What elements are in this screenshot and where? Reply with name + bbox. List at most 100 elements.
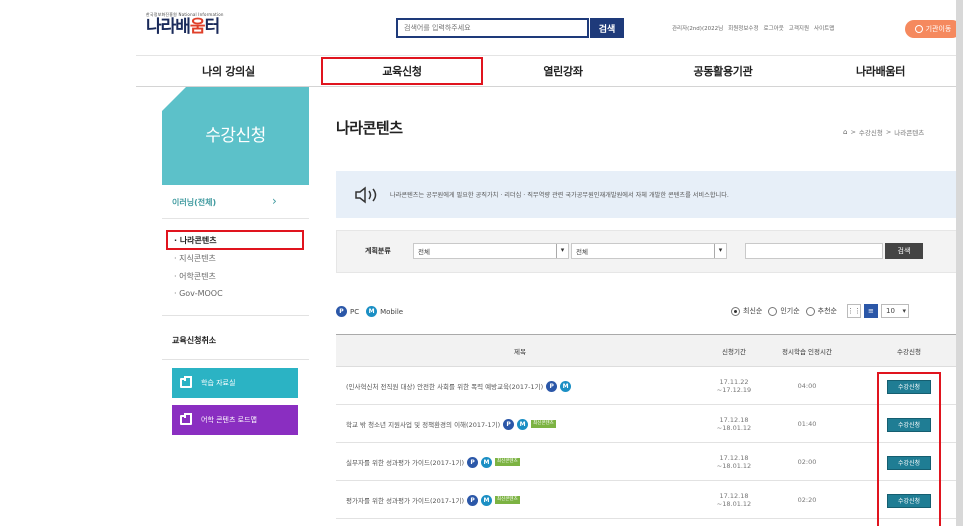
table-row: 평가자를 위한 성과평가 가이드(2017-1기) P M 최신콘텐츠 17.1… bbox=[336, 481, 963, 519]
nav-shared-agencies[interactable]: 공동활용기관 bbox=[643, 56, 803, 87]
category-select-2[interactable]: 전체 ▾ bbox=[571, 243, 727, 259]
keyword-input[interactable] bbox=[745, 243, 883, 259]
sort-recommend-radio[interactable] bbox=[805, 306, 815, 316]
search-input[interactable] bbox=[396, 18, 589, 38]
period-start: 17.12.18 bbox=[719, 416, 749, 424]
row-time: 02:00 bbox=[797, 458, 817, 466]
site-logo[interactable]: 한국정보화진흥원 National Information 나라배움터 bbox=[146, 12, 236, 40]
chevron-right-icon: › bbox=[272, 194, 277, 208]
folder-icon bbox=[180, 413, 192, 425]
chevron-down-icon: ▾ bbox=[556, 244, 568, 258]
col-time: 정시학습 인정시간 bbox=[782, 347, 832, 356]
speaker-icon bbox=[355, 186, 377, 204]
category-select-1[interactable]: 전체 ▾ bbox=[413, 243, 569, 259]
home-icon[interactable]: ⌂ bbox=[843, 128, 847, 136]
col-period: 신청기간 bbox=[722, 347, 746, 356]
filter-bar: 계획분류 전체 ▾ 전체 ▾ 검색 bbox=[336, 230, 963, 273]
nav-nara[interactable]: 나라배움터 bbox=[803, 56, 958, 87]
pc-badge-icon: P bbox=[546, 380, 558, 392]
sort-controls: 최신순 인기순 추천순 ⋮⋮ ≡ 10 ▾ bbox=[731, 304, 909, 318]
sidebar-item-gov-mooc[interactable]: · Gov-MOOC bbox=[174, 289, 223, 298]
filter-search-button[interactable]: 검색 bbox=[885, 243, 923, 259]
pc-badge-icon: P bbox=[467, 456, 479, 468]
grid-view-icon[interactable]: ⋮⋮ bbox=[846, 304, 861, 318]
sidebar-item-cancel[interactable]: 교육신청취소 bbox=[172, 335, 216, 346]
util-support-link[interactable]: 고객지원 bbox=[789, 24, 809, 32]
mobile-badge-icon: M bbox=[560, 380, 572, 392]
breadcrumb-item[interactable]: 나라콘텐츠 bbox=[894, 127, 924, 137]
mobile-badge-icon: M bbox=[481, 494, 493, 506]
logo-text: 나라배움터 bbox=[146, 17, 236, 37]
sidebar-item-knowledge-contents[interactable]: · 지식콘텐츠 bbox=[174, 253, 216, 264]
row-title-cell: 실무자를 위한 성과평가 가이드(2017-1기) P M 최신콘텐츠 bbox=[346, 443, 706, 481]
pc-badge-icon: P bbox=[467, 494, 479, 506]
category-select-1-value: 전체 bbox=[418, 248, 430, 256]
breadcrumb-item[interactable]: 수강신청 bbox=[859, 127, 883, 137]
sort-latest-radio[interactable] bbox=[731, 306, 740, 316]
sidebar-category-elearning[interactable]: 이러닝(전체) › bbox=[162, 185, 309, 219]
search-button[interactable]: 검색 bbox=[590, 18, 624, 38]
table-header: 제목 신청기간 정시학습 인정시간 수강신청 bbox=[336, 334, 963, 367]
mobile-legend-label: Mobile bbox=[380, 307, 404, 316]
period-end: ~18.01.12 bbox=[716, 424, 752, 432]
col-title: 제목 bbox=[514, 347, 526, 356]
mobile-badge-icon: M bbox=[366, 306, 378, 317]
row-title-cell: 평가자를 위한 성과평가 가이드(2017-1기) P M 최신콘텐츠 bbox=[346, 481, 706, 519]
course-title-link[interactable]: 평가자를 위한 성과평가 가이드(2017-1기) bbox=[346, 495, 464, 505]
row-title-cell: (인사혁신처 전직원 대상) 안전한 사회를 위한 폭력 예방교육(2017-1… bbox=[346, 367, 706, 405]
util-user-link[interactable]: 관리자(2nd)(2022님 bbox=[672, 24, 723, 32]
table-row: 학교 밖 청소년 지원사업 및 정책환경의 이해(2017-1기) P M 최신… bbox=[336, 405, 963, 443]
learning-resources-label: 학습 자료실 bbox=[201, 379, 236, 387]
sidebar-divider bbox=[162, 359, 309, 360]
sidebar-category-label: 이러닝(전체) bbox=[172, 198, 217, 207]
nav-highlight-box bbox=[321, 57, 483, 85]
period-end: ~18.01.12 bbox=[716, 500, 752, 508]
sidebar-highlight-box bbox=[166, 230, 304, 250]
breadcrumb-sep: > bbox=[850, 128, 856, 136]
new-badge: 최신콘텐츠 bbox=[495, 458, 520, 466]
mobile-badge-icon: M bbox=[517, 418, 529, 430]
filter-label: 계획분류 bbox=[365, 247, 391, 255]
sidebar: 수강신청 이러닝(전체) › · 나라콘텐츠 · 지식콘텐츠 · 어학콘텐츠 ·… bbox=[162, 87, 309, 526]
row-period: 17.12.18 ~18.01.12 bbox=[704, 443, 764, 481]
period-start: 17.11.22 bbox=[719, 378, 749, 386]
nav-open-lectures[interactable]: 열린강좌 bbox=[483, 56, 643, 87]
notice-box: 나라콘텐츠는 공무원에게 필요한 공직가치 · 리더십 · 직무역량 관련 국가… bbox=[336, 171, 963, 218]
sort-latest-label: 최신순 bbox=[743, 307, 763, 315]
language-roadmap-button[interactable]: 어학 콘텐츠 로드맵 bbox=[172, 405, 298, 435]
learning-resources-button[interactable]: 학습 자료실 bbox=[172, 368, 298, 398]
device-legend: P PC M Mobile bbox=[336, 306, 403, 317]
util-profile-link[interactable]: 회원정보수정 bbox=[728, 24, 758, 32]
sidebar-header: 수강신청 bbox=[162, 87, 309, 185]
period-end: ~17.12.19 bbox=[716, 386, 752, 394]
list-view-icon[interactable]: ≡ bbox=[863, 304, 878, 318]
apply-highlight-box bbox=[877, 372, 941, 526]
breadcrumb: ⌂ > 수강신청 > 나라콘텐츠 bbox=[843, 127, 924, 137]
main-nav: 나의 강의실 교육신청 열린강좌 공동활용기관 나라배움터 bbox=[136, 55, 963, 87]
row-period: 17.11.22 ~17.12.19 bbox=[704, 367, 764, 405]
org-move-button[interactable]: 기관이동 bbox=[905, 20, 961, 38]
folder-icon bbox=[180, 376, 192, 388]
table-row: (인사혁신처 전직원 대상) 안전한 사회를 위한 폭력 예방교육(2017-1… bbox=[336, 367, 963, 405]
sidebar-item-language-contents[interactable]: · 어학콘텐츠 bbox=[174, 271, 216, 282]
col-apply: 수강신청 bbox=[897, 347, 921, 356]
period-start: 17.12.18 bbox=[719, 454, 749, 462]
sort-popular-radio[interactable] bbox=[768, 306, 778, 316]
chevron-down-icon: ▾ bbox=[714, 244, 726, 258]
main-content: 나라콘텐츠 ⌂ > 수강신청 > 나라콘텐츠 나라콘텐츠는 공무원에게 필요한 … bbox=[336, 87, 963, 526]
page-title: 나라콘텐츠 bbox=[336, 119, 403, 137]
new-badge: 최신콘텐츠 bbox=[495, 496, 520, 504]
util-sitemap-link[interactable]: 사이트맵 bbox=[814, 24, 834, 32]
language-roadmap-label: 어학 콘텐츠 로드맵 bbox=[201, 416, 257, 424]
util-logout-link[interactable]: 로그아웃 bbox=[764, 24, 784, 32]
course-title-link[interactable]: (인사혁신처 전직원 대상) 안전한 사회를 위한 폭력 예방교육(2017-1… bbox=[346, 381, 543, 391]
course-title-link[interactable]: 학교 밖 청소년 지원사업 및 정책환경의 이해(2017-1기) bbox=[346, 419, 500, 429]
logo-text-part: 터 bbox=[204, 17, 221, 37]
course-title-link[interactable]: 실무자를 위한 성과평가 가이드(2017-1기) bbox=[346, 457, 464, 467]
row-time: 04:00 bbox=[797, 382, 817, 390]
new-badge: 최신콘텐츠 bbox=[531, 420, 556, 428]
sidebar-title: 수강신청 bbox=[205, 126, 266, 146]
page-size-select[interactable]: 10 ▾ bbox=[880, 304, 909, 318]
scrollbar-edge[interactable] bbox=[956, 0, 963, 526]
nav-my-classroom[interactable]: 나의 강의실 bbox=[136, 56, 321, 87]
